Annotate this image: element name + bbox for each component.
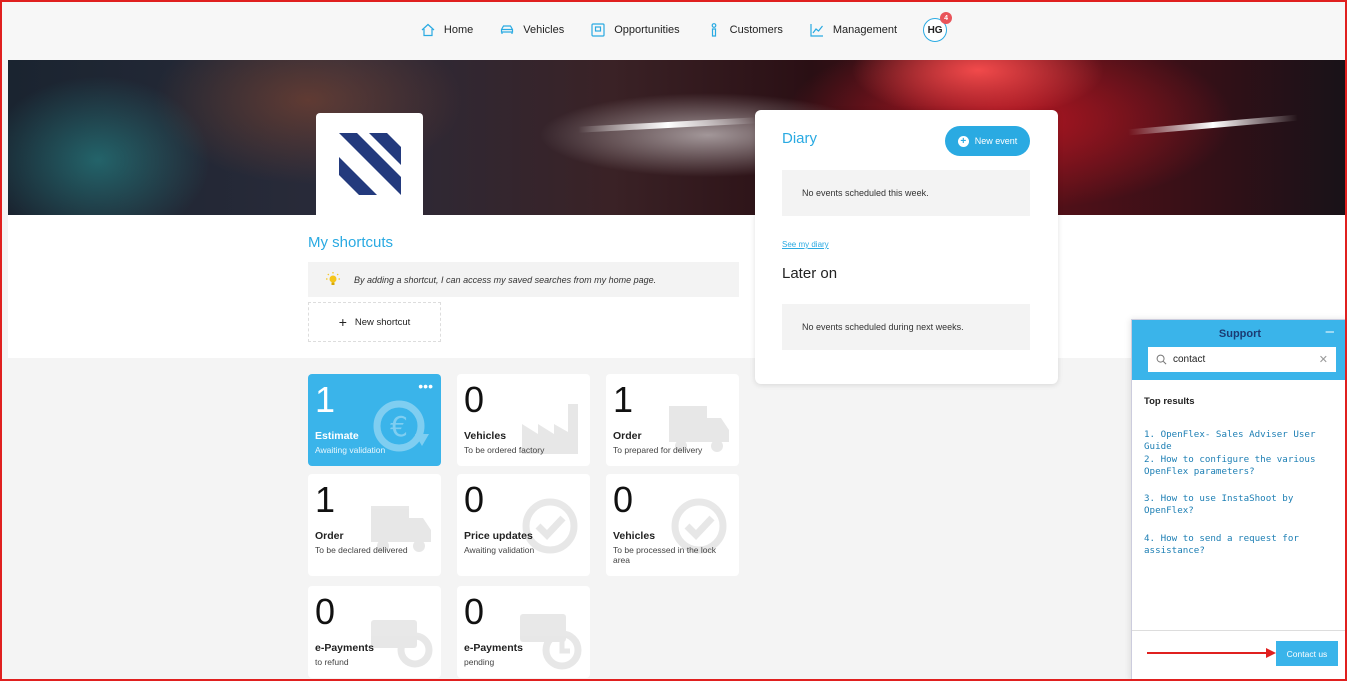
this-week-events: No events scheduled this week. — [782, 170, 1030, 216]
tile-count: 1 — [315, 479, 336, 520]
car-icon — [501, 25, 514, 34]
tile-count: 0 — [464, 479, 485, 520]
tile-sublabel: to refund — [315, 657, 349, 667]
nav-management-label: Management — [832, 24, 898, 36]
tile-price-updates[interactable]: 0 Price updates Awaiting validation — [457, 474, 590, 576]
annotation-arrow-head — [1266, 648, 1276, 658]
top-results-heading: Top results — [1144, 396, 1195, 407]
nav-customers-label: Customers — [729, 24, 783, 36]
nav-home-label: Home — [443, 24, 474, 36]
tile-sublabel: To be ordered factory — [464, 445, 545, 455]
tile-epayments-pending[interactable]: 0 e-Payments pending — [457, 586, 590, 678]
diary-title: Diary — [782, 130, 818, 147]
shortcut-hint-text: By adding a shortcut, I can access my sa… — [354, 274, 657, 285]
logo-stripes-icon — [338, 133, 401, 195]
support-result-1[interactable]: 1. OpenFlex- Sales Adviser User Guide — [1144, 429, 1334, 453]
support-header: Support – contact ✕ — [1132, 320, 1346, 380]
tile-sublabel: To be processed in the lock area — [613, 545, 717, 565]
nav-opportunities[interactable]: Opportunities — [590, 22, 680, 38]
nav-vehicles-label: Vehicles — [523, 24, 565, 36]
see-my-diary-link[interactable]: See my diary — [782, 240, 829, 249]
nav-home[interactable]: Home — [420, 22, 473, 38]
support-footer: Contact us — [1132, 630, 1347, 681]
support-search-value: contact — [1173, 354, 1206, 365]
nav-customers[interactable]: Customers — [706, 22, 783, 38]
diary-panel: Diary + New event No events scheduled th… — [755, 110, 1058, 384]
tile-label: Price updates — [464, 530, 533, 542]
tile-epayments-refund[interactable]: 0 e-Payments to refund — [308, 586, 441, 678]
tile-count: 1 — [315, 379, 336, 420]
support-panel: Support – contact ✕ Top results 1. OpenF… — [1131, 319, 1347, 681]
tile-count: 0 — [464, 591, 485, 632]
minimize-icon[interactable]: – — [1326, 323, 1334, 340]
support-title: Support — [1218, 328, 1262, 340]
later-on-title: Later on — [782, 265, 838, 282]
nav-opportunities-label: Opportunities — [614, 24, 680, 36]
shortcuts-title: My shortcuts — [308, 234, 394, 251]
search-icon — [1156, 354, 1167, 365]
tile-vehicles-lock-area[interactable]: 0 Vehicles To be processed in the lock a… — [606, 474, 739, 576]
tile-estimate[interactable]: € ••• 1 Estimate Awaiting validation — [308, 374, 441, 466]
tile-sublabel: Awaiting validation — [464, 545, 535, 555]
tile-label: e-Payments — [315, 642, 374, 654]
plus-circle-icon: + — [957, 135, 969, 147]
support-search-input[interactable]: contact ✕ — [1148, 347, 1336, 372]
opportunity-icon — [591, 23, 605, 37]
new-event-button[interactable]: + New event — [945, 126, 1030, 156]
support-result-2[interactable]: 2. How to configure the various OpenFlex… — [1144, 454, 1334, 478]
nav-management[interactable]: Management — [809, 22, 897, 38]
tile-count: 0 — [613, 479, 634, 520]
this-week-text: No events scheduled this week. — [802, 188, 929, 198]
person-icon — [711, 23, 717, 37]
tile-vehicles-factory[interactable]: 0 Vehicles To be ordered factory — [457, 374, 590, 466]
nav-vehicles[interactable]: Vehicles — [499, 22, 564, 38]
tile-label: Vehicles — [613, 530, 656, 542]
company-logo — [316, 113, 423, 215]
avatar-initials: HG — [927, 24, 943, 36]
tile-label: Vehicles — [464, 430, 507, 442]
tile-label: e-Payments — [464, 642, 523, 654]
support-result-3[interactable]: 3. How to use InstaShoot by OpenFlex? — [1144, 493, 1334, 517]
tile-menu-icon[interactable]: ••• — [418, 378, 433, 394]
chart-icon — [810, 24, 823, 37]
lightbulb-icon — [326, 271, 340, 285]
tile-label: Order — [613, 430, 642, 442]
notification-badge: 4 — [940, 12, 953, 24]
new-shortcut-label: New shortcut — [354, 316, 411, 328]
home-icon — [421, 23, 435, 37]
svg-text:€: € — [390, 410, 408, 443]
shortcut-hint: By adding a shortcut, I can access my sa… — [308, 262, 739, 297]
headlight-streak-right — [1128, 114, 1298, 136]
support-result-4[interactable]: 4. How to send a request for assistance? — [1144, 533, 1334, 557]
top-navigation: Home Vehicles Opportunities Customers Ma… — [0, 0, 1347, 60]
tile-order-prepare[interactable]: 1 Order To prepared for delivery — [606, 374, 739, 466]
tile-label: Estimate — [315, 430, 359, 442]
tile-label: Order — [315, 530, 344, 542]
annotation-arrow-line — [1147, 652, 1272, 654]
new-shortcut-button[interactable]: + New shortcut — [308, 302, 441, 342]
hero-banner — [8, 60, 1347, 215]
tile-order-delivered[interactable]: 1 Order To be declared delivered — [308, 474, 441, 576]
tile-count: 0 — [315, 591, 336, 632]
contact-us-button[interactable]: Contact us — [1276, 641, 1338, 666]
new-event-label: New event — [974, 136, 1018, 146]
plus-icon: + — [338, 314, 347, 330]
tile-sublabel: To prepared for delivery — [613, 445, 703, 455]
clear-search-icon[interactable]: ✕ — [1319, 353, 1328, 366]
user-avatar[interactable]: HG 4 — [923, 12, 953, 42]
tile-count: 1 — [613, 379, 634, 420]
tile-sublabel: pending — [464, 657, 495, 667]
tile-sublabel: To be declared delivered — [315, 545, 408, 555]
later-text: No events scheduled during next weeks. — [802, 322, 964, 332]
tile-sublabel: Awaiting validation — [315, 445, 386, 455]
headlight-streak-left — [577, 117, 759, 133]
tile-count: 0 — [464, 379, 485, 420]
later-events: No events scheduled during next weeks. — [782, 304, 1030, 350]
